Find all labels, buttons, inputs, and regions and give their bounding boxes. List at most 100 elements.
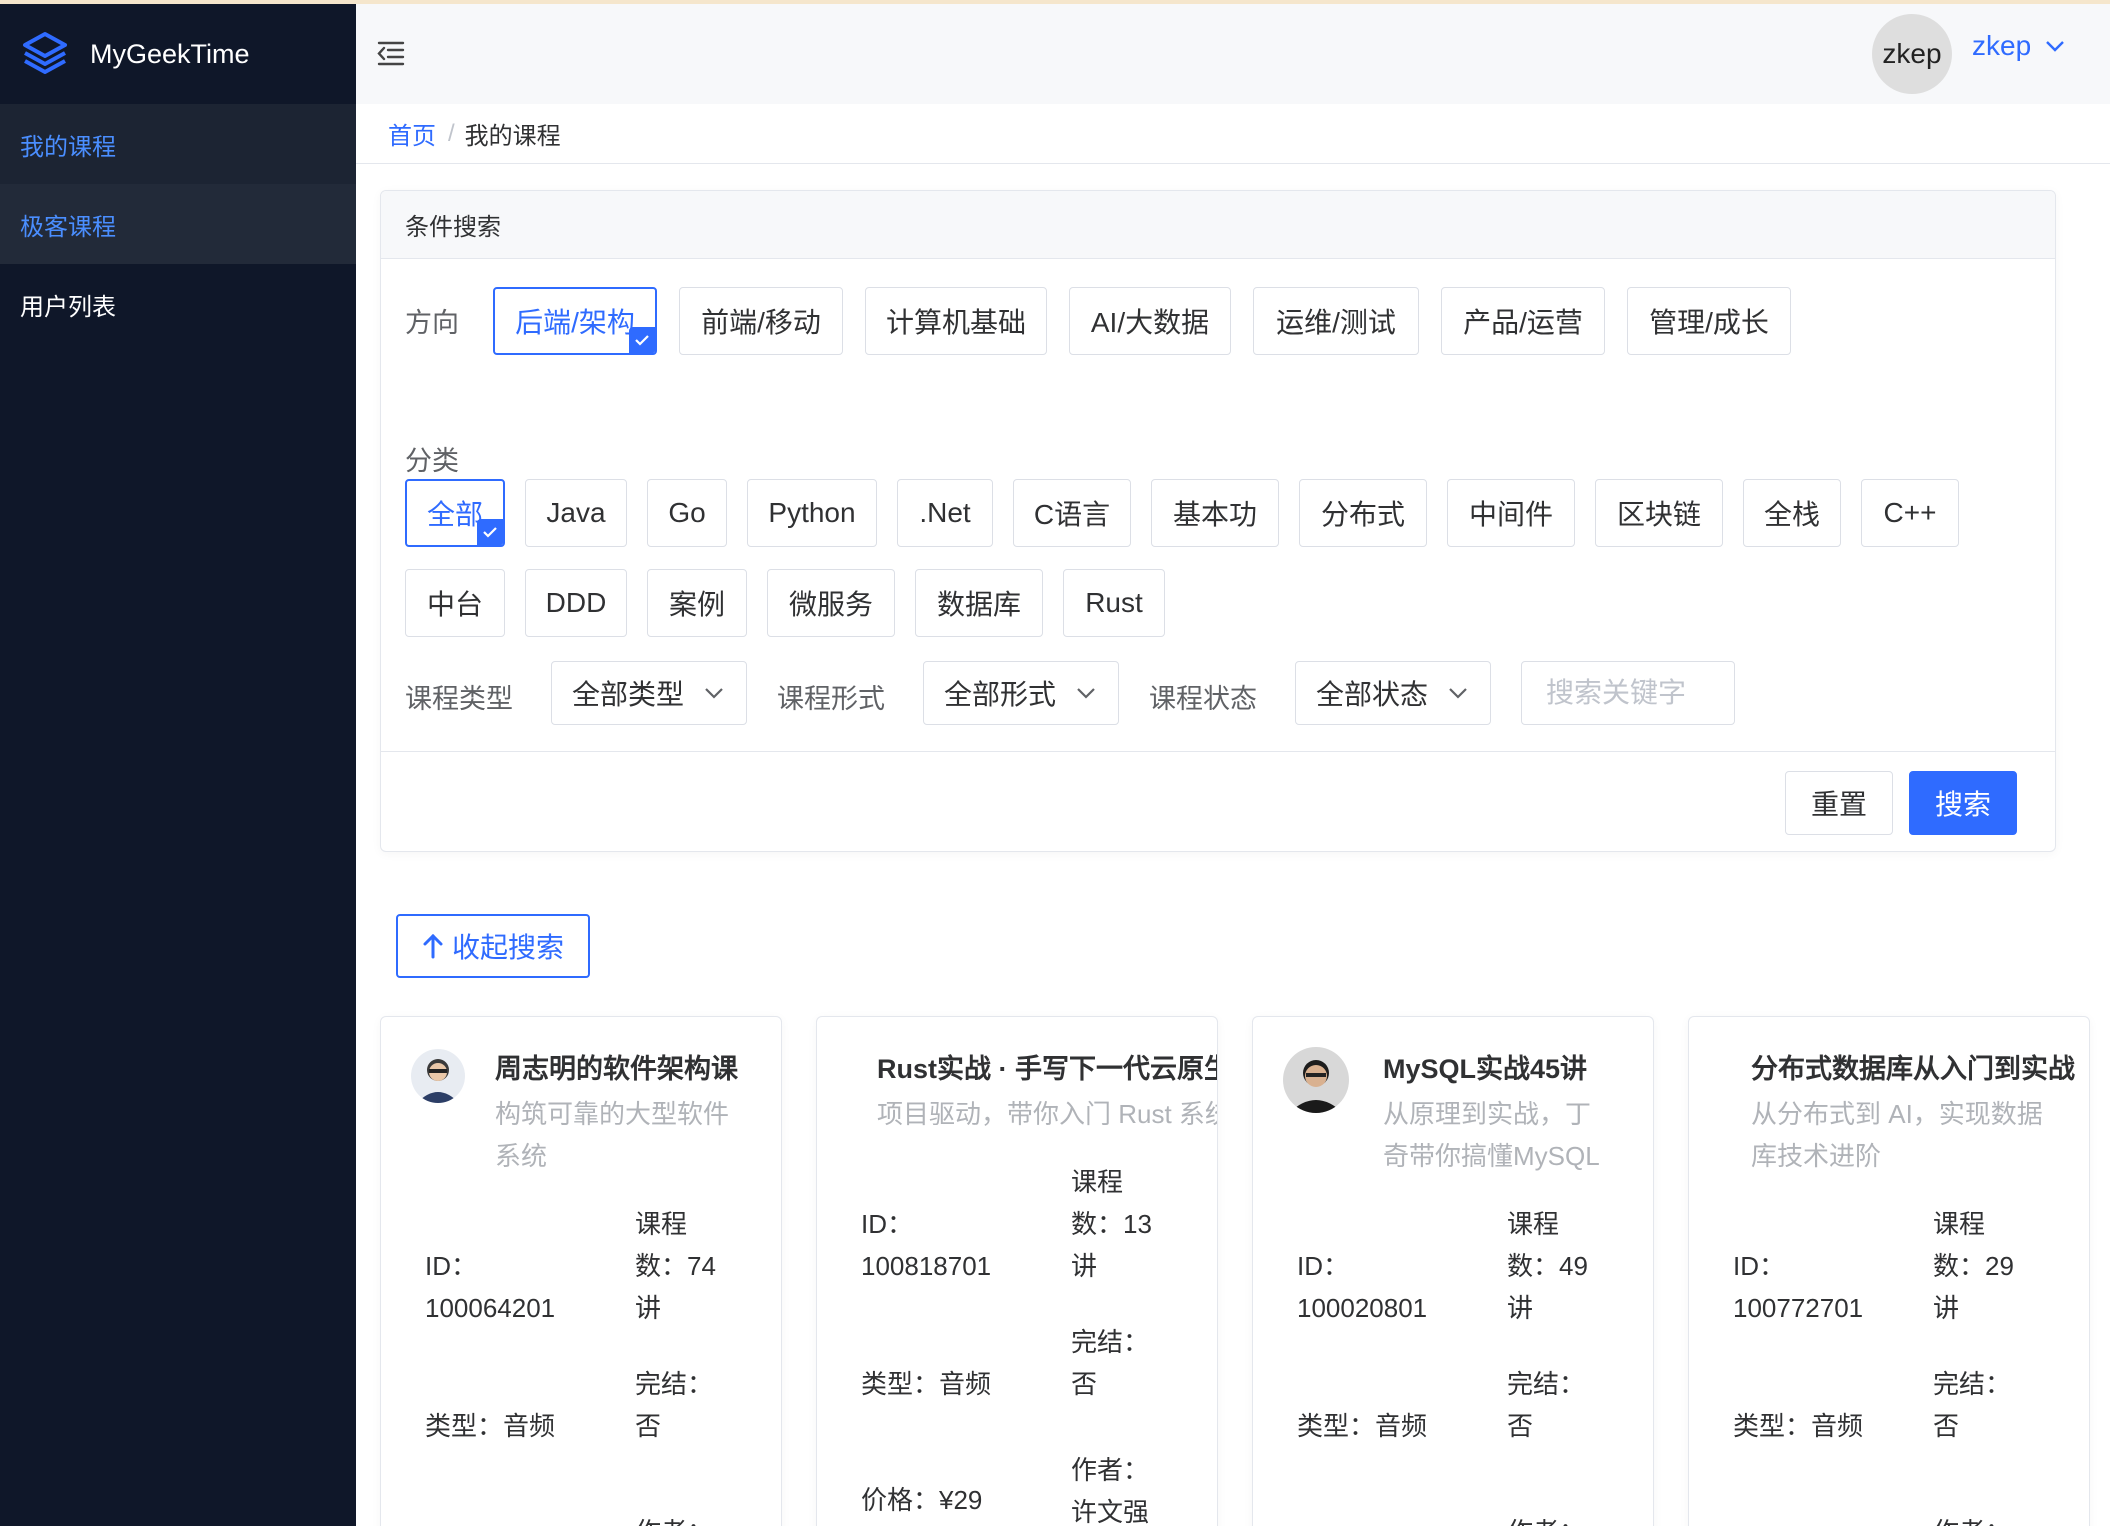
- breadcrumb-home-link[interactable]: 首页: [388, 116, 436, 151]
- category-tag-rust[interactable]: Rust: [1063, 569, 1165, 637]
- reset-button[interactable]: 重置: [1785, 771, 1893, 835]
- chevron-down-icon: [705, 688, 723, 699]
- category-tag-label: 微服务: [788, 589, 873, 620]
- direction-tag-label: AI/大数据: [1090, 307, 1210, 338]
- course-title[interactable]: 分布式数据库从入门到实战: [1751, 1047, 2075, 1086]
- category-tag-go[interactable]: Go: [647, 479, 727, 547]
- chevron-down-icon: [2046, 41, 2065, 52]
- course-card[interactable]: Rust实战 · 手写下一代云原生消息队列 项目驱动，带你入门 Rust 系统编…: [816, 1016, 1218, 1526]
- direction-tag-label: 运维/测试: [1276, 307, 1396, 338]
- direction-tag-ai-bigdata[interactable]: AI/大数据: [1069, 287, 1231, 355]
- course-count-line: 讲: [1507, 1293, 1534, 1323]
- category-tag-microservices[interactable]: 微服务: [767, 569, 895, 637]
- course-author-line: 作者：: [1507, 1511, 1585, 1526]
- course-id-label: ID：: [425, 1251, 478, 1281]
- course-type: 类型：音频: [1733, 1411, 1864, 1441]
- sidebar: MyGeekTime 我的课程 极客课程 用户列表: [0, 4, 356, 1526]
- course-finished-line: 完结：: [1933, 1369, 2012, 1399]
- category-tag-cpp[interactable]: C++: [1861, 479, 1959, 547]
- course-card[interactable]: MySQL实战45讲 从原理到实战，丁 奇带你搞懂MySQL ID： 10002…: [1252, 1016, 1654, 1526]
- category-tag-middleware[interactable]: 中间件: [1447, 479, 1575, 547]
- course-type: 类型：音频: [861, 1369, 992, 1399]
- course-type-value: 全部类型: [572, 679, 685, 710]
- direction-tag-backend[interactable]: 后端/架构: [493, 287, 657, 355]
- course-status-value: 全部状态: [1316, 679, 1429, 710]
- direction-tag-management[interactable]: 管理/成长: [1627, 287, 1791, 355]
- category-tag-database[interactable]: 数据库: [915, 569, 1043, 637]
- brand[interactable]: MyGeekTime: [0, 4, 356, 104]
- sidebar-item-user-list[interactable]: 用户列表: [0, 264, 356, 344]
- user-menu-dropdown[interactable]: zkep: [1972, 30, 2065, 62]
- course-finished-line: 否: [1507, 1411, 1534, 1441]
- category-tag-label: 中间件: [1468, 499, 1553, 530]
- course-count-line: 数：29: [1933, 1251, 2014, 1281]
- course-count-line: 课程: [1507, 1209, 1560, 1239]
- course-price: 价格：¥29: [861, 1485, 983, 1515]
- breadcrumb-current: 我的课程: [464, 123, 561, 150]
- collapse-search-button[interactable]: 收起搜索: [396, 914, 590, 978]
- category-tag-all[interactable]: 全部: [405, 479, 505, 547]
- category-tag-cases[interactable]: 案例: [647, 569, 747, 637]
- breadcrumb: 首页 / 我的课程: [356, 104, 2110, 164]
- direction-tag-label: 计算机基础: [885, 307, 1026, 338]
- category-tag-dotnet[interactable]: .Net: [897, 479, 993, 547]
- course-count-line: 数：74: [635, 1251, 716, 1281]
- course-type-select[interactable]: 全部类型: [551, 661, 747, 725]
- course-form-select[interactable]: 全部形式: [923, 661, 1119, 725]
- brand-name: MyGeekTime: [90, 38, 250, 69]
- direction-tag-ops-test[interactable]: 运维/测试: [1253, 287, 1419, 355]
- category-tag-label: C语言: [1033, 499, 1111, 530]
- course-form-value: 全部形式: [944, 679, 1057, 710]
- author-avatar: [1283, 1047, 1349, 1113]
- course-finished-line: 否: [1933, 1411, 1960, 1441]
- category-tag-middle-platform[interactable]: 中台: [405, 569, 505, 637]
- course-id: 100772701: [1733, 1293, 1864, 1323]
- avatar[interactable]: zkep: [1872, 14, 1952, 94]
- sidebar-menu: 我的课程 极客课程 用户列表: [0, 104, 356, 344]
- category-tag-c[interactable]: C语言: [1013, 479, 1131, 547]
- course-title[interactable]: 周志明的软件架构课: [495, 1047, 738, 1086]
- course-finished-line: 完结：: [1071, 1327, 1150, 1357]
- course-title[interactable]: MySQL实战45讲: [1383, 1047, 1587, 1086]
- category-tag-distributed[interactable]: 分布式: [1299, 479, 1427, 547]
- course-author-line: 作者：: [635, 1511, 713, 1526]
- sidebar-item-my-courses[interactable]: 我的课程: [0, 104, 356, 184]
- collapse-search-label: 收起搜索: [451, 932, 564, 963]
- direction-tag-label: 管理/成长: [1649, 307, 1769, 338]
- category-tag-label: Python: [768, 497, 856, 528]
- category-tag-java[interactable]: Java: [525, 479, 627, 547]
- direction-tag-product-ops[interactable]: 产品/运营: [1441, 287, 1605, 355]
- direction-tag-cs-basics[interactable]: 计算机基础: [865, 287, 1047, 355]
- course-count-line: 讲: [1933, 1293, 1960, 1323]
- direction-tag-frontend[interactable]: 前端/移动: [679, 287, 843, 355]
- direction-label: 方向: [405, 308, 459, 338]
- category-tag-fundamentals[interactable]: 基本功: [1151, 479, 1279, 547]
- category-label: 分类: [405, 446, 459, 476]
- course-id: 100818701: [861, 1251, 992, 1281]
- category-tag-ddd[interactable]: DDD: [525, 569, 627, 637]
- keyword-search-input[interactable]: [1521, 661, 1735, 725]
- search-button[interactable]: 搜索: [1909, 771, 2017, 835]
- category-tag-blockchain[interactable]: 区块链: [1595, 479, 1723, 547]
- checkmark-icon: [629, 327, 655, 353]
- course-card[interactable]: 分布式数据库从入门到实战 从分布式到 AI，实现数据 库技术进阶 ID： 100…: [1688, 1016, 2090, 1526]
- course-card[interactable]: 周志明的软件架构课 构筑可靠的大型软件 系统 ID： 100064201 课程 …: [380, 1016, 782, 1526]
- course-subtitle-line: 系统: [495, 1141, 548, 1171]
- direction-tag-label: 前端/移动: [701, 307, 821, 338]
- course-subtitle-line: 库技术进阶: [1751, 1141, 1882, 1171]
- sidebar-item-geek-courses[interactable]: 极客课程: [0, 184, 356, 264]
- top-header: zkep zkep: [356, 4, 2110, 104]
- category-tag-python[interactable]: Python: [747, 479, 877, 547]
- chevron-down-icon: [1077, 688, 1095, 699]
- category-tag-fullstack[interactable]: 全栈: [1743, 479, 1841, 547]
- category-tag-label: 分布式: [1320, 499, 1405, 530]
- menu-fold-icon[interactable]: [376, 38, 406, 68]
- course-title[interactable]: Rust实战 · 手写下一代云原生消息队列: [877, 1047, 1217, 1086]
- checkmark-icon: [477, 519, 503, 545]
- layers-logo-icon: [23, 32, 67, 74]
- course-id-label: ID：: [1733, 1251, 1786, 1281]
- course-status-select[interactable]: 全部状态: [1295, 661, 1491, 725]
- breadcrumb-separator: /: [448, 119, 455, 147]
- chevron-down-icon: [1449, 688, 1467, 699]
- category-tag-label: C++: [1883, 497, 1937, 528]
